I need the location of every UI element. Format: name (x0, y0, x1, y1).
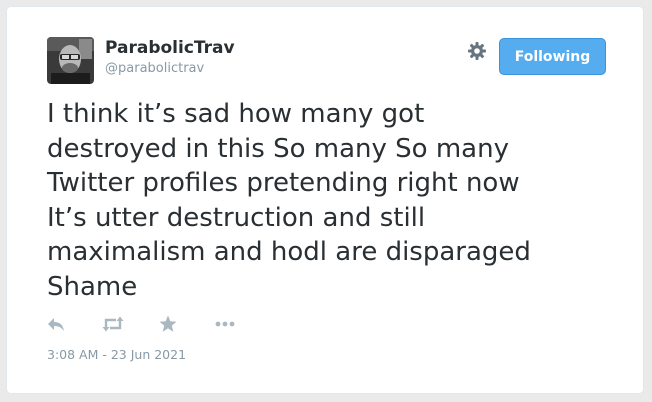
tweet-timestamp[interactable]: 3:08 AM - 23 Jun 2021 (47, 347, 186, 362)
display-name[interactable]: ParabolicTrav (105, 38, 235, 58)
avatar[interactable] (47, 37, 94, 84)
following-button[interactable]: Following (499, 38, 606, 75)
gear-icon[interactable] (466, 40, 488, 62)
tweet-card: ParabolicTrav @parabolictrav Following I… (6, 6, 644, 394)
star-icon[interactable] (157, 313, 181, 335)
avatar-photo (47, 37, 94, 84)
more-icon[interactable] (213, 313, 237, 335)
tweet-text: I think it’s sad how many got destroyed … (47, 99, 531, 302)
tweet-actions (45, 313, 265, 335)
retweet-icon[interactable] (101, 313, 125, 335)
reply-icon[interactable] (45, 313, 69, 335)
user-handle[interactable]: @parabolictrav (105, 61, 204, 76)
